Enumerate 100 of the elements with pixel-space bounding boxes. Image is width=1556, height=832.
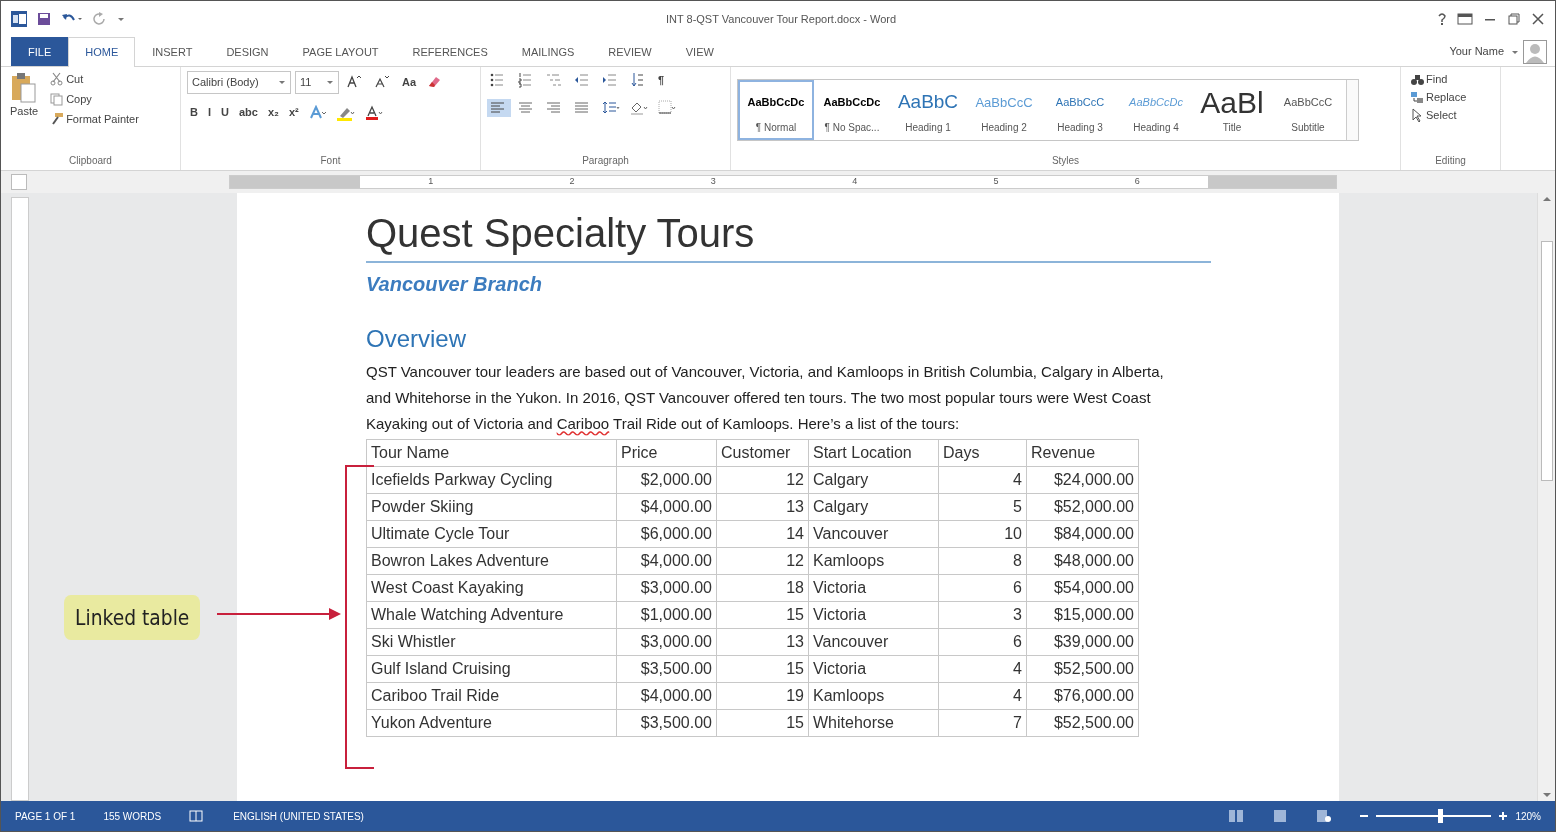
format-button[interactable]: Aa (399, 75, 420, 89)
close-icon[interactable] (1531, 12, 1545, 26)
paste-button[interactable]: Paste (7, 71, 42, 151)
table-cell: 8 (938, 547, 1027, 575)
group-label: Clipboard (68, 154, 113, 168)
replace-icon (1410, 90, 1424, 104)
style-preview: AaBbCcC (1283, 95, 1333, 111)
account-name[interactable]: Your Name (1446, 45, 1507, 58)
table-cell: 14 (716, 520, 809, 548)
gallery-scrollbar[interactable] (1346, 80, 1358, 140)
format-painter-button[interactable]: Format Painter (47, 111, 142, 127)
cut-button[interactable]: Cut (47, 71, 142, 87)
format-button[interactable]: B (187, 106, 201, 119)
style-name: Heading 1 (905, 120, 951, 135)
style-option[interactable]: AaBbCcDc ¶ Normal (738, 80, 814, 140)
table-cell: $1,000.00 (616, 601, 717, 629)
style-name: Heading 3 (1057, 120, 1103, 135)
save-icon[interactable] (37, 12, 51, 26)
word-logo-icon[interactable] (11, 11, 27, 27)
multilevel-list-icon (546, 72, 564, 88)
document-title: Quest Specialty Tours (366, 211, 1211, 263)
ruler-number: 3 (710, 175, 716, 189)
table-cell: $52,500.00 (1026, 655, 1139, 683)
style-preview: AaBbC (897, 90, 959, 115)
column-header: Tour Name (366, 439, 617, 467)
clipboard-icon (11, 72, 38, 104)
copy-button[interactable]: Copy (47, 91, 142, 107)
font-size-dropdown[interactable]: 11 (295, 71, 339, 94)
table-cell: Powder Skiing (366, 493, 617, 521)
find-button[interactable]: Find (1407, 71, 1494, 87)
customize-caret-icon[interactable] (117, 15, 125, 23)
zoom-out-icon[interactable] (1360, 812, 1369, 820)
word-count[interactable]: 155 WORDS (103, 808, 162, 824)
vertical-scrollbar[interactable] (1537, 193, 1555, 801)
style-preview: AaBbCcC (975, 93, 1033, 112)
style-name: ¶ Normal (755, 120, 797, 135)
select-button[interactable]: Select (1407, 107, 1494, 123)
ribbon-tab[interactable]: VIEW (668, 37, 731, 66)
ribbon-tab[interactable]: REVIEW (591, 37, 669, 66)
ribbon-tab[interactable]: DESIGN (209, 37, 286, 66)
ribbon-tab[interactable]: REFERENCES (395, 37, 505, 66)
ribbon-tab[interactable]: INSERT (135, 37, 210, 66)
column-header: Start Location (808, 439, 939, 467)
table-cell: $6,000.00 (616, 520, 717, 548)
ribbon-tab[interactable]: PAGE LAYOUT (285, 37, 396, 66)
format-button[interactable]: ¶ (655, 73, 668, 87)
language[interactable]: ENGLISH (UNITED STATES) (233, 808, 364, 824)
caret-icon (278, 78, 286, 87)
table-cell: $3,500.00 (616, 709, 717, 737)
print-layout-icon[interactable] (1272, 809, 1289, 823)
table-cell: Yukon Adventure (366, 709, 617, 737)
format-button[interactable]: x₂ (264, 106, 282, 119)
restore-icon[interactable] (1507, 12, 1521, 26)
table-cell: $4,000.00 (616, 493, 717, 521)
proofing-book-icon[interactable] (189, 809, 206, 823)
scroll-thumb[interactable] (1540, 241, 1553, 481)
ribbon-tab[interactable]: HOME (68, 37, 136, 67)
style-preview: AaBbCcC (1055, 95, 1105, 111)
table-cell: $54,000.00 (1026, 574, 1139, 602)
table-cell: West Coast Kayaking (366, 574, 617, 602)
ribbon-display-icon[interactable] (1457, 13, 1473, 25)
ruler-number: 5 (993, 175, 999, 189)
slider-thumb[interactable] (1437, 809, 1443, 823)
font-size-value: 11 (300, 75, 312, 90)
format-button[interactable]: I (204, 106, 214, 119)
table-cell: $24,000.00 (1026, 466, 1139, 494)
ribbon-tab[interactable]: MAILINGS (504, 37, 592, 66)
style-preview: AaBbCcDc (747, 95, 805, 111)
table-cell: 19 (716, 682, 809, 710)
format-button[interactable]: x² (285, 106, 302, 119)
font-name-dropdown[interactable]: Calibri (Body) (187, 71, 291, 94)
table-cell: $52,000.00 (1026, 493, 1139, 521)
ruler-number: 6 (1134, 175, 1140, 189)
binoculars-icon (1410, 72, 1424, 86)
file-tab[interactable]: FILE (11, 37, 69, 66)
web-layout-icon[interactable] (1316, 809, 1333, 823)
callout-label: Linked table (64, 595, 201, 640)
format-button[interactable]: U (218, 106, 232, 119)
table-cell: $15,000.00 (1026, 601, 1139, 629)
window-title: INT 8-QST Vancouver Tour Report.docx - Word (664, 11, 898, 27)
read-mode-icon[interactable] (1228, 809, 1245, 823)
table-cell: Calgary (808, 466, 939, 494)
caret-icon (326, 78, 334, 87)
avatar-silhouette-icon[interactable] (1523, 39, 1547, 64)
format-button[interactable]: abc (235, 106, 261, 119)
table-cell: 6 (938, 574, 1027, 602)
replace-button[interactable]: Replace (1407, 89, 1494, 105)
table-cell: 4 (938, 682, 1027, 710)
table-cell: 6 (938, 628, 1027, 656)
section-heading: Overview (366, 324, 468, 354)
table-cell: Vancouver (808, 520, 939, 548)
zoom-in-icon[interactable] (1499, 812, 1508, 820)
column-header: Price (616, 439, 717, 467)
zoom-level[interactable]: 120% (1515, 808, 1541, 824)
scissors-icon (50, 72, 65, 86)
help-icon[interactable] (1437, 12, 1447, 26)
redo-icon[interactable] (93, 12, 107, 26)
page-count[interactable]: PAGE 1 OF 1 (15, 808, 76, 824)
table-cell: Ultimate Cycle Tour (366, 520, 617, 548)
align-left-button[interactable] (487, 99, 511, 117)
